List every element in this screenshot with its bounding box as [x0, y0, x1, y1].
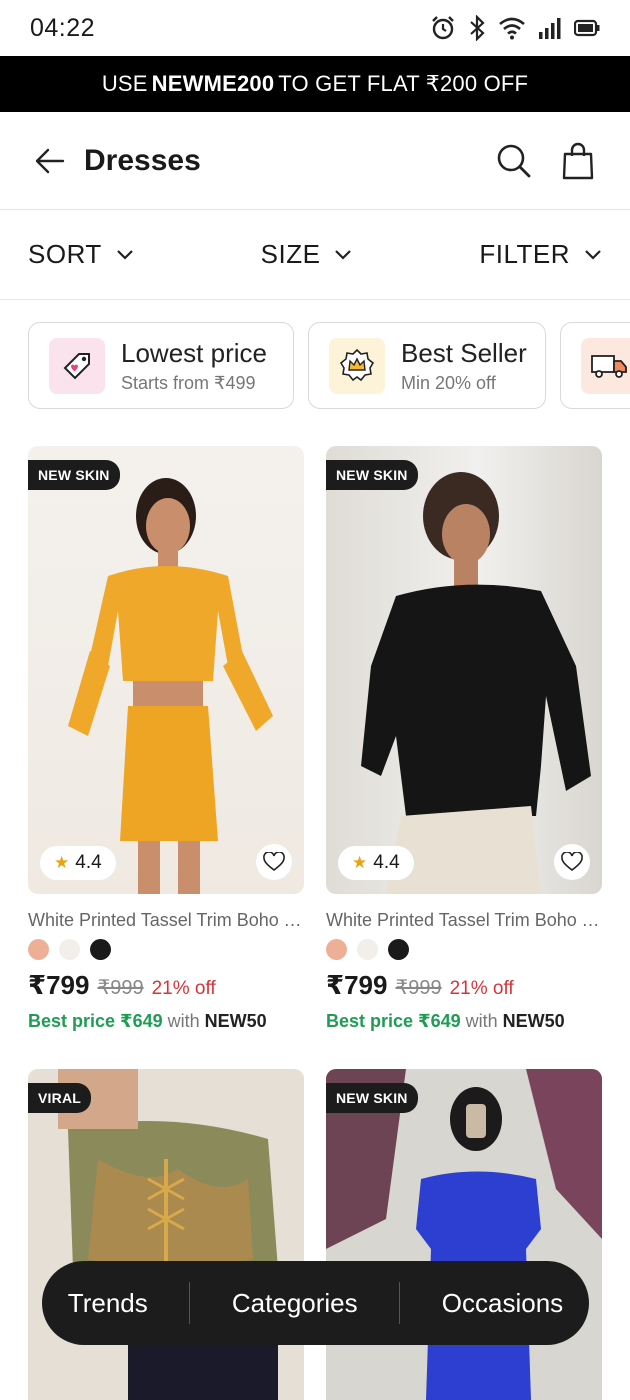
product-image[interactable]: NEW SKIN ★ 4.4: [28, 446, 304, 894]
nav-divider: [189, 1282, 191, 1324]
best-price-with: with: [465, 1011, 498, 1031]
color-swatch[interactable]: [388, 939, 409, 960]
bottom-pill-nav: Trends Categories Occasions: [42, 1261, 589, 1345]
chevron-down-icon: [335, 249, 352, 260]
product-image[interactable]: VIRAL: [28, 1069, 304, 1400]
promo-suffix: TO GET FLAT ₹200 OFF: [278, 71, 529, 96]
chip-title: Lowest price: [121, 337, 267, 368]
product-name[interactable]: White Printed Tassel Trim Boho T...: [28, 910, 304, 931]
original-price: ₹999: [395, 977, 442, 999]
color-swatch[interactable]: [59, 939, 80, 960]
filter-button[interactable]: FILTER: [479, 239, 602, 270]
product-image[interactable]: NEW SKIN: [326, 1069, 602, 1400]
bluetooth-icon: [470, 15, 485, 41]
sort-label: SORT: [28, 239, 102, 269]
product-image[interactable]: NEW SKIN ★ 4.4: [326, 446, 602, 894]
rating-value: 4.4: [373, 852, 400, 873]
color-swatches: [28, 939, 304, 960]
color-swatch[interactable]: [28, 939, 49, 960]
chip-title: Best Seller: [401, 337, 527, 368]
nav-divider: [399, 1282, 401, 1324]
color-swatch[interactable]: [357, 939, 378, 960]
chip-best-seller[interactable]: Best Seller Min 20% off: [308, 322, 546, 409]
product-card[interactable]: NEW SKIN: [326, 1069, 602, 1400]
best-price-with: with: [167, 1011, 200, 1031]
model-photo-blue-dress: [326, 1069, 602, 1400]
sale-price: ₹799: [28, 970, 90, 1000]
battery-icon: [574, 19, 600, 37]
signal-icon: [539, 18, 561, 39]
best-price-line: Best price ₹649 with NEW50: [28, 1011, 304, 1032]
product-card[interactable]: NEW SKIN ★ 4.4 White Printed Tassel Trim…: [326, 446, 602, 1032]
product-tag: NEW SKIN: [326, 460, 418, 490]
color-swatch[interactable]: [90, 939, 111, 960]
chip-delivery[interactable]: [560, 322, 630, 409]
sort-filter-bar: SORT SIZE FILTER: [0, 210, 630, 300]
original-price: ₹999: [97, 977, 144, 999]
price-row: ₹799 ₹999 21% off: [28, 970, 304, 1001]
wishlist-button[interactable]: [256, 844, 292, 880]
nav-occasions[interactable]: Occasions: [432, 1288, 573, 1319]
wishlist-button[interactable]: [554, 844, 590, 880]
discount-label: 21% off: [151, 978, 216, 999]
nav-categories[interactable]: Categories: [222, 1288, 368, 1319]
best-price-label: Best price ₹649: [28, 1011, 163, 1031]
search-button[interactable]: [492, 139, 536, 183]
heart-icon: [263, 852, 285, 872]
chip-subtitle: Min 20% off: [401, 372, 496, 393]
color-swatches: [326, 939, 602, 960]
best-price-label: Best price ₹649: [326, 1011, 461, 1031]
best-price-line: Best price ₹649 with NEW50: [326, 1011, 602, 1032]
chevron-down-icon: [116, 249, 133, 260]
rating-badge: ★ 4.4: [40, 846, 116, 880]
back-button[interactable]: [30, 141, 70, 181]
coupon-code: NEW50: [204, 1011, 267, 1031]
product-card[interactable]: NEW SKIN ★ 4.4 White Printed Tassel Trim…: [28, 446, 304, 1032]
search-icon: [497, 144, 531, 177]
delivery-truck-icon: [581, 337, 630, 394]
size-button[interactable]: SIZE: [261, 239, 353, 270]
promo-code: NEWME200: [151, 71, 275, 96]
promo-prefix: USE: [101, 71, 148, 96]
shopping-bag-icon: [562, 142, 594, 179]
price-row: ₹799 ₹999 21% off: [326, 970, 602, 1001]
coupon-code: NEW50: [502, 1011, 565, 1031]
crown-badge-icon: [329, 337, 385, 394]
nav-trends[interactable]: Trends: [58, 1288, 158, 1319]
color-swatch[interactable]: [326, 939, 347, 960]
discount-label: 21% off: [449, 978, 514, 999]
filter-label: FILTER: [479, 239, 570, 269]
rating-badge: ★ 4.4: [338, 846, 414, 880]
product-tag: VIRAL: [28, 1083, 91, 1113]
chevron-down-icon: [585, 249, 601, 260]
product-tag: NEW SKIN: [326, 1083, 418, 1113]
star-icon: ★: [54, 853, 70, 872]
status-time: 04:22: [30, 13, 96, 42]
model-photo-corset: [28, 1069, 304, 1400]
cart-button[interactable]: [556, 139, 600, 183]
status-bar: 04:22: [0, 0, 630, 56]
status-icons: [430, 15, 600, 41]
rating-value: 4.4: [75, 852, 102, 873]
price-tag-icon: [49, 337, 105, 394]
size-label: SIZE: [260, 239, 321, 269]
quick-filter-chips: Lowest price Starts from ₹499 Best Selle…: [28, 322, 630, 410]
model-photo-black-top: [361, 472, 591, 894]
product-name[interactable]: White Printed Tassel Trim Boho T...: [326, 910, 602, 931]
heart-icon: [561, 852, 583, 872]
chip-lowest-price[interactable]: Lowest price Starts from ₹499: [28, 322, 294, 409]
product-tag: NEW SKIN: [28, 460, 120, 490]
model-photo-yellow-dress: [68, 478, 273, 894]
sale-price: ₹799: [326, 970, 388, 1000]
app-header: Dresses: [0, 112, 630, 210]
chip-subtitle: Starts from ₹499: [121, 372, 256, 393]
page-title: Dresses: [84, 143, 201, 177]
sort-button[interactable]: SORT: [28, 239, 134, 270]
wifi-icon: [499, 17, 525, 40]
promo-banner[interactable]: USE NEWME200 TO GET FLAT ₹200 OFF: [0, 56, 630, 112]
product-card[interactable]: VIRAL: [28, 1069, 304, 1400]
star-icon: ★: [352, 853, 368, 872]
arrow-left-icon: [35, 148, 65, 173]
alarm-icon: [432, 16, 454, 40]
